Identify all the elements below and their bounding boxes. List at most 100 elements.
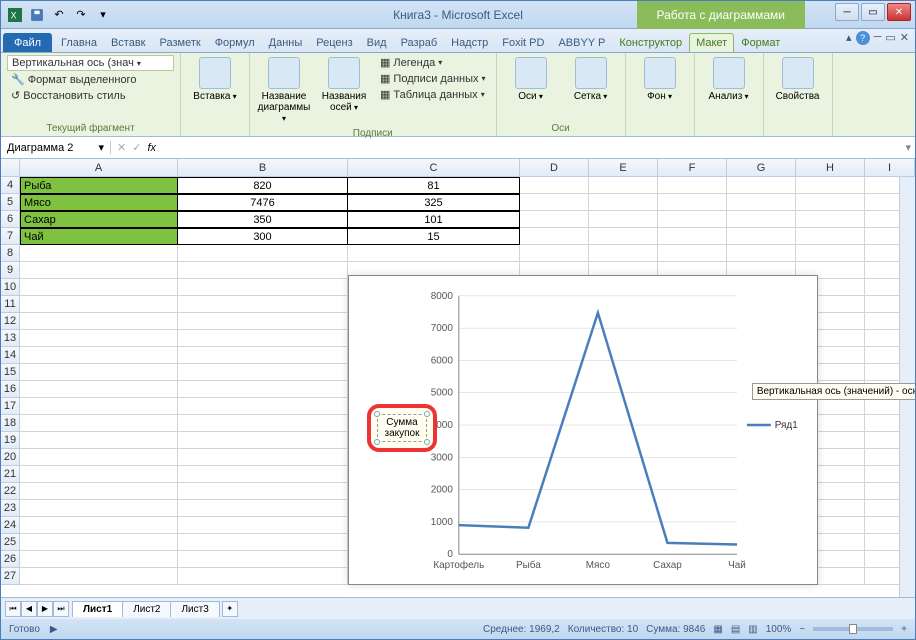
name-box[interactable]: Диаграмма 2▾	[1, 141, 111, 154]
cell[interactable]	[20, 483, 178, 500]
reset-style-button[interactable]: ↺Восстановить стиль	[7, 88, 174, 103]
save-icon[interactable]	[27, 5, 47, 25]
cell[interactable]	[20, 330, 178, 347]
fx-icon[interactable]: fx	[147, 142, 156, 154]
cell[interactable]	[520, 245, 589, 262]
insert-button[interactable]: Вставка	[187, 55, 243, 104]
cell[interactable]	[178, 500, 348, 517]
cell[interactable]	[20, 381, 178, 398]
cell[interactable]	[178, 483, 348, 500]
row-header[interactable]: 4	[1, 177, 20, 194]
cell[interactable]: 325	[348, 194, 520, 211]
cell[interactable]	[727, 245, 796, 262]
cell[interactable]: Мясо	[20, 194, 178, 211]
tab-review[interactable]: Реценз	[309, 33, 359, 52]
cell[interactable]	[20, 500, 178, 517]
zoom-level[interactable]: 100%	[766, 624, 792, 635]
tab-layout[interactable]: Разметк	[153, 33, 208, 52]
resize-handle[interactable]	[374, 411, 380, 417]
cell[interactable]: Чай	[20, 228, 178, 245]
cell[interactable]	[178, 466, 348, 483]
analysis-button[interactable]: Анализ	[701, 55, 757, 104]
row-header[interactable]: 13	[1, 330, 20, 347]
macro-record-icon[interactable]: ▶	[50, 624, 58, 635]
row-header[interactable]: 17	[1, 398, 20, 415]
data-table-button[interactable]: ▦Таблица данных	[376, 87, 490, 102]
new-sheet-button[interactable]: ✦	[222, 601, 238, 617]
row-header[interactable]: 22	[1, 483, 20, 500]
cell[interactable]	[178, 347, 348, 364]
sheet-tab[interactable]: Лист3	[170, 601, 219, 617]
tab-home[interactable]: Главна	[54, 33, 104, 52]
cell[interactable]	[178, 517, 348, 534]
cell[interactable]	[589, 177, 658, 194]
row-header[interactable]: 7	[1, 228, 20, 245]
tab-chart-design[interactable]: Конструктор	[612, 33, 689, 52]
minimize-button[interactable]: ─	[835, 3, 859, 21]
tab-addins[interactable]: Надстр	[444, 33, 495, 52]
cell[interactable]	[20, 313, 178, 330]
tab-chart-layout[interactable]: Макет	[689, 33, 734, 52]
axis-titles-button[interactable]: Названия осей	[316, 55, 372, 126]
row-header[interactable]: 21	[1, 466, 20, 483]
zoom-slider[interactable]	[813, 627, 893, 631]
cell[interactable]	[178, 432, 348, 449]
cell[interactable]: Сахар	[20, 211, 178, 228]
cell[interactable]	[178, 534, 348, 551]
col-header-F[interactable]: F	[658, 159, 727, 177]
cell[interactable]	[178, 381, 348, 398]
cell[interactable]	[520, 177, 589, 194]
zoom-out-button[interactable]: −	[799, 624, 805, 635]
cell[interactable]	[658, 245, 727, 262]
row-header[interactable]: 18	[1, 415, 20, 432]
zoom-in-button[interactable]: +	[901, 624, 907, 635]
cell[interactable]	[20, 398, 178, 415]
cell[interactable]	[727, 194, 796, 211]
row-header[interactable]: 11	[1, 296, 20, 313]
cell[interactable]	[20, 262, 178, 279]
cell[interactable]: Рыба	[20, 177, 178, 194]
cell[interactable]: 300	[178, 228, 348, 245]
tab-chart-format[interactable]: Формат	[734, 33, 787, 52]
cell[interactable]	[178, 415, 348, 432]
select-all-corner[interactable]	[1, 159, 20, 177]
row-header[interactable]: 26	[1, 551, 20, 568]
row-header[interactable]: 8	[1, 245, 20, 262]
cell[interactable]	[178, 398, 348, 415]
cell[interactable]	[589, 211, 658, 228]
maximize-button[interactable]: ▭	[861, 3, 885, 21]
cell[interactable]	[589, 228, 658, 245]
resize-handle[interactable]	[424, 411, 430, 417]
tab-abbyy[interactable]: ABBYY P	[551, 33, 612, 52]
view-normal-icon[interactable]: ▦	[713, 624, 722, 635]
cell[interactable]: 101	[348, 211, 520, 228]
row-header[interactable]: 5	[1, 194, 20, 211]
background-button[interactable]: Фон	[632, 55, 688, 104]
chart-title-button[interactable]: Название диаграммы	[256, 55, 312, 126]
row-header[interactable]: 10	[1, 279, 20, 296]
cell[interactable]	[178, 313, 348, 330]
cell[interactable]	[178, 568, 348, 585]
sheet-tab[interactable]: Лист2	[122, 601, 171, 617]
data-labels-button[interactable]: ▦Подписи данных	[376, 71, 490, 86]
redo-icon[interactable]: ↷	[71, 5, 91, 25]
cell[interactable]: 7476	[178, 194, 348, 211]
cell[interactable]	[348, 245, 520, 262]
workbook-restore-icon[interactable]: ▭	[885, 31, 895, 45]
tab-foxit[interactable]: Foxit PD	[495, 33, 551, 52]
col-header-B[interactable]: B	[178, 159, 348, 177]
accept-formula-icon[interactable]: ✓	[132, 141, 141, 154]
cell[interactable]: 350	[178, 211, 348, 228]
cell[interactable]	[20, 466, 178, 483]
col-header-E[interactable]: E	[589, 159, 658, 177]
row-header[interactable]: 20	[1, 449, 20, 466]
cell[interactable]	[178, 330, 348, 347]
cell[interactable]	[178, 449, 348, 466]
cell[interactable]	[178, 262, 348, 279]
cell[interactable]	[178, 245, 348, 262]
properties-button[interactable]: Свойства	[770, 55, 826, 104]
cell[interactable]	[589, 245, 658, 262]
cell[interactable]	[20, 415, 178, 432]
cell[interactable]	[589, 194, 658, 211]
resize-handle[interactable]	[374, 439, 380, 445]
